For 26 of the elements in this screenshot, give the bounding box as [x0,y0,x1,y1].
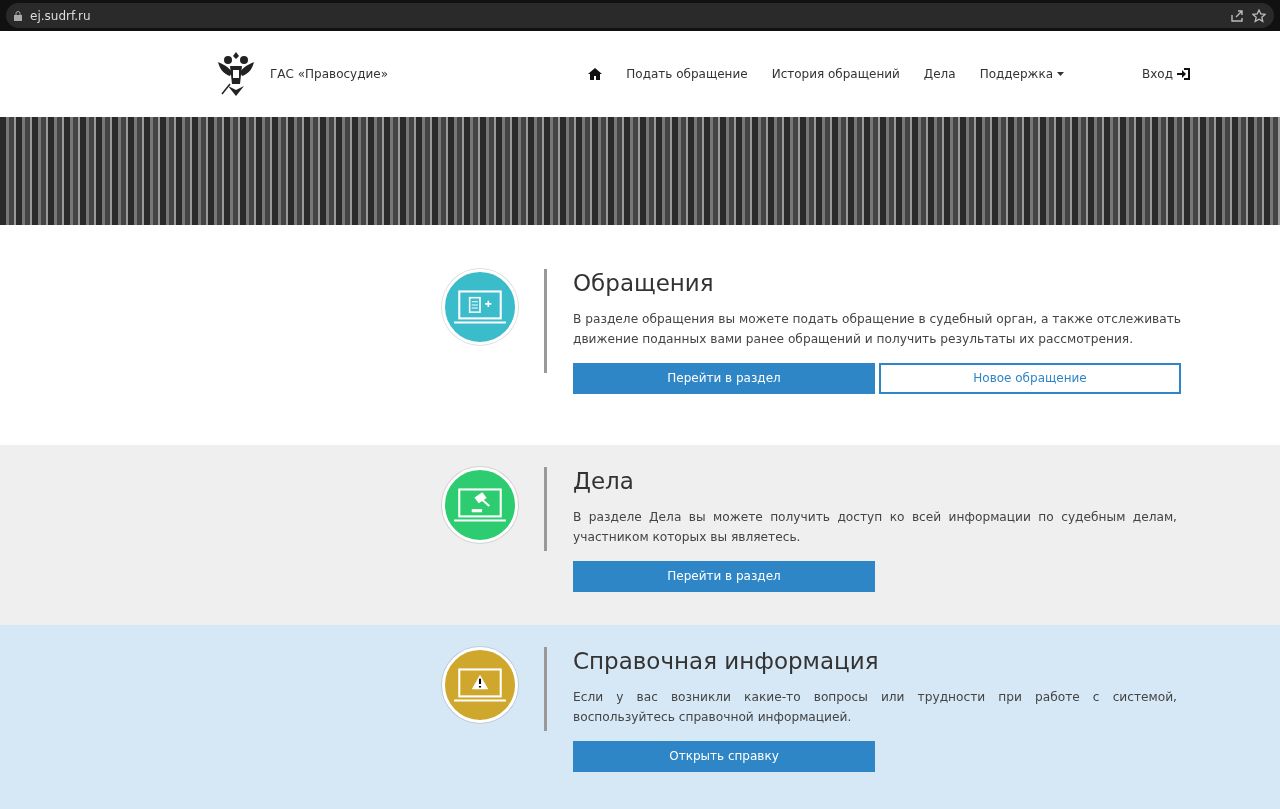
login-link[interactable]: Вход [1142,65,1190,83]
gavel-laptop-icon [451,485,509,525]
section-description: Если у вас возникли какие-то вопросы или трудности при работе с системой, воспользуйтесь справочной информацией. [573,688,1177,726]
section-title: Дела [573,467,635,496]
nav-link[interactable]: История обращений [771,65,900,83]
home-icon[interactable] [588,68,603,80]
section-title: Обращения [573,269,715,298]
url-text[interactable]: ej.sudrf.ru [30,6,91,25]
section-description: В разделе Дела вы можете получить доступ ко всей информации по судебным делам, участником которых вы являетесь. [573,508,1177,546]
star-icon[interactable] [1252,8,1266,23]
section-title: Справочная информация [573,647,880,676]
section-button[interactable]: Перейти в раздел [573,362,875,394]
documents-laptop-icon [451,287,509,327]
nav-link[interactable]: Подать обращение [626,65,748,83]
brand-title[interactable]: ГАС «Правосудие» [270,65,388,83]
section-button[interactable]: Перейти в раздел [573,560,875,592]
section-description: В разделе обращения вы можете подать обращение в судебный орган, а также отслеживать движение поданных вами ранее обращений и получить результаты их рассмотрения. [573,310,1181,348]
new-appeal-button[interactable]: Новое обращение [879,362,1181,394]
caret-icon [1057,72,1064,76]
warning-laptop-icon [451,665,509,705]
support-dropdown[interactable]: Поддержка [979,65,1064,83]
lock-icon [14,10,22,21]
nav-link[interactable]: Дела [923,65,956,83]
login-icon [1177,68,1190,80]
share-icon[interactable] [1230,8,1244,23]
section-button[interactable]: Открыть справку [573,740,875,772]
